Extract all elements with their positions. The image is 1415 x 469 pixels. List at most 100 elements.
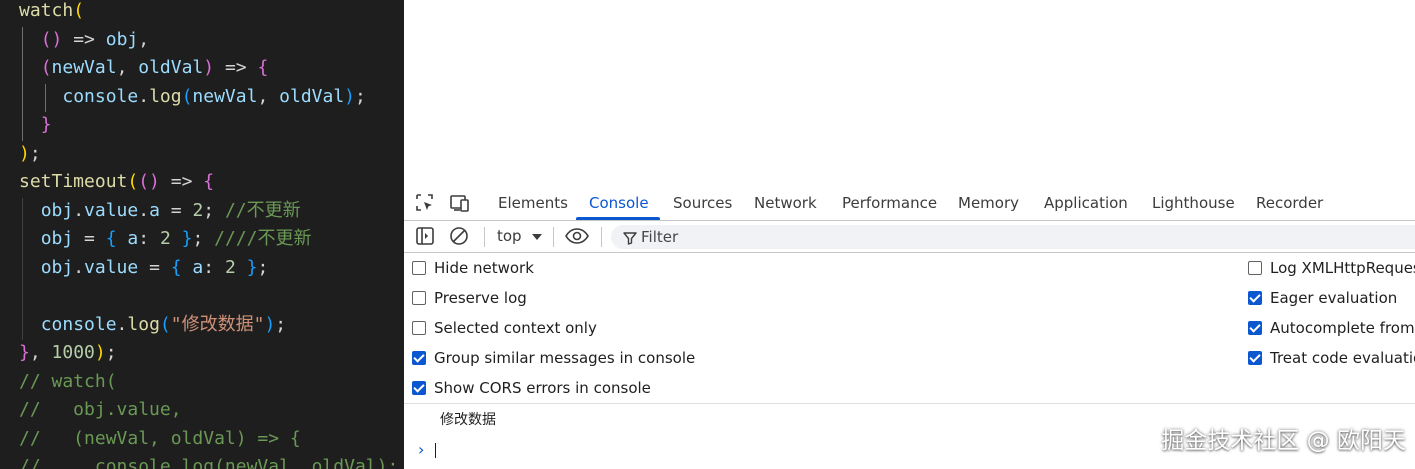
console-log-message: 修改数据 xyxy=(440,412,496,428)
indent-guide xyxy=(22,83,23,112)
toolbar-divider xyxy=(553,227,554,247)
code-token: , xyxy=(29,342,52,363)
setting-label: Preserve log xyxy=(434,289,527,307)
code-line: obj = { a: 2 }; ////不更新 xyxy=(19,226,312,255)
code-token: , xyxy=(116,57,139,78)
code-line: setTimeout(() => { xyxy=(19,169,214,198)
code-token: log xyxy=(127,313,160,335)
checkbox[interactable] xyxy=(1248,351,1262,365)
checkbox[interactable] xyxy=(1248,261,1262,275)
setting-autocomplete-history[interactable]: Autocomplete from history xyxy=(1248,313,1415,343)
checkbox[interactable] xyxy=(412,261,426,275)
code-line: obj.value = { a: 2 }; xyxy=(19,255,269,284)
code-token: . xyxy=(138,199,150,221)
code-token: ) xyxy=(264,313,276,335)
code-token: = xyxy=(159,199,193,221)
code-token: . xyxy=(138,85,150,107)
tab-performance[interactable]: Performance xyxy=(842,186,937,220)
code-token: ( xyxy=(181,85,193,107)
code-token: ; xyxy=(105,342,117,363)
code-line: // obj.value, xyxy=(19,397,182,426)
checkbox[interactable] xyxy=(412,351,426,365)
code-editor[interactable]: watch( () => obj, (newVal, oldVal) => { … xyxy=(0,0,404,469)
code-token: oldVal xyxy=(138,57,204,78)
code-token: console xyxy=(62,85,139,107)
code-line: }, 1000); xyxy=(19,340,117,369)
code-token: ) xyxy=(203,57,215,78)
indent-guide xyxy=(22,254,23,283)
code-token: ; xyxy=(355,85,366,107)
setting-label: Hide network xyxy=(434,259,534,277)
code-token: , xyxy=(257,85,280,107)
live-expression-icon[interactable] xyxy=(564,225,590,247)
inspect-element-icon[interactable] xyxy=(414,192,436,214)
setting-log-xhr[interactable]: Log XMLHttpRequests xyxy=(1248,253,1415,283)
code-token: ( xyxy=(73,0,85,21)
code-token: = xyxy=(73,228,106,249)
code-token: ////不更新 xyxy=(203,228,312,249)
console-input-cursor[interactable] xyxy=(435,443,436,458)
filter-input[interactable] xyxy=(641,225,1401,249)
checkbox[interactable] xyxy=(412,381,426,395)
device-toolbar-icon[interactable] xyxy=(449,192,471,214)
code-token: ( xyxy=(127,171,139,192)
setting-label: Autocomplete from history xyxy=(1270,319,1415,337)
code-token: a xyxy=(149,199,160,221)
tab-application[interactable]: Application xyxy=(1044,186,1128,220)
code-token: ( xyxy=(40,57,52,78)
code-token: obj xyxy=(40,228,74,249)
setting-treat-eval-user-action[interactable]: Treat code evaluation as user action xyxy=(1248,343,1415,373)
setting-eager-evaluation[interactable]: Eager evaluation xyxy=(1248,283,1415,313)
indent-guide xyxy=(45,83,46,112)
code-token: { xyxy=(257,57,269,78)
code-token: newVal xyxy=(192,85,258,107)
code-token: ) xyxy=(19,142,30,164)
code-token: 2 xyxy=(159,228,171,249)
code-token: ( xyxy=(159,313,171,335)
indent-guide xyxy=(22,311,23,340)
code-token: console xyxy=(40,313,117,335)
clear-console-icon[interactable] xyxy=(448,225,470,247)
setting-label: Log XMLHttpRequests xyxy=(1270,259,1415,277)
code-line: watch( xyxy=(19,0,84,27)
checkbox[interactable] xyxy=(1248,321,1262,335)
code-token: watch xyxy=(19,0,74,21)
tab-lighthouse[interactable]: Lighthouse xyxy=(1152,186,1235,220)
tab-console[interactable]: Console xyxy=(589,186,649,220)
indent-guide xyxy=(22,197,23,226)
filter-icon xyxy=(623,230,637,249)
watermark: 掘金技术社区 @ 欧阳天 xyxy=(1161,428,1406,454)
tab-elements[interactable]: Elements xyxy=(498,186,568,220)
code-token: "修改数据" xyxy=(170,313,265,335)
tab-recorder[interactable]: Recorder xyxy=(1256,186,1323,220)
toolbar-divider xyxy=(601,227,602,247)
indent-guide xyxy=(22,112,23,141)
filter-box xyxy=(611,225,1415,249)
code-token: ; xyxy=(192,228,204,249)
code-token: obj xyxy=(40,256,74,278)
code-token: . xyxy=(73,199,85,221)
devtools-tabbar: Elements Console Sources Network Perform… xyxy=(404,186,1415,221)
checkbox[interactable] xyxy=(412,321,426,335)
code-token: a xyxy=(181,256,204,278)
checkbox[interactable] xyxy=(1248,291,1262,305)
code-token: ; xyxy=(257,256,269,278)
tab-network[interactable]: Network xyxy=(754,186,817,220)
context-selector[interactable]: top xyxy=(497,221,543,252)
tab-sources[interactable]: Sources xyxy=(673,186,732,220)
code-token: ) xyxy=(94,342,106,363)
tab-memory[interactable]: Memory xyxy=(958,186,1019,220)
code-token: { xyxy=(170,256,182,278)
checkbox[interactable] xyxy=(412,291,426,305)
code-line: obj.value.a = 2; //不更新 xyxy=(19,198,301,227)
code-token: , xyxy=(138,28,150,50)
code-token: // watch( xyxy=(19,370,117,392)
context-value: top xyxy=(497,227,522,245)
code-line: console.log("修改数据"); xyxy=(19,312,286,341)
code-token: : xyxy=(203,256,225,278)
code-token: : xyxy=(138,228,160,249)
show-sidebar-icon[interactable] xyxy=(414,225,436,247)
code-line: (newVal, oldVal) => { xyxy=(19,55,269,84)
code-line: ); xyxy=(19,141,41,170)
toolbar-divider xyxy=(484,227,485,247)
